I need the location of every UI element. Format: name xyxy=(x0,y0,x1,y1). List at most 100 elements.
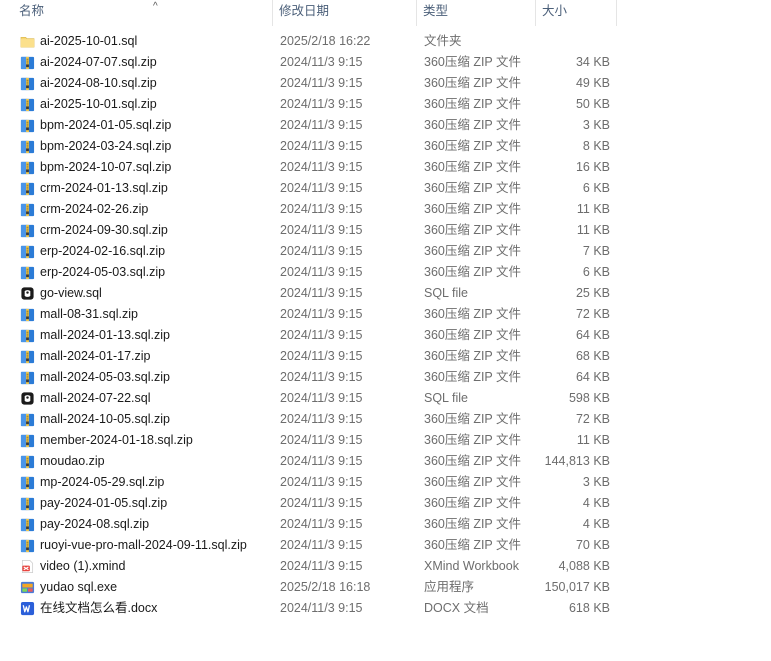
file-size: 618 KB xyxy=(568,601,610,615)
file-name: yudao sql.exe xyxy=(40,580,118,594)
column-header-date-label: 修改日期 xyxy=(279,4,330,18)
file-row[interactable]: crm-2024-02-26.zip 2024/11/3 9:15 360压缩 ZI… xyxy=(0,199,771,220)
file-row[interactable]: ai-2024-07-07.sql.zip 2024/11/3 9:15 360压缩… xyxy=(0,52,771,73)
file-modified-date: 2024/11/3 9:15 xyxy=(280,412,363,426)
column-header-name-label: 名称 xyxy=(19,4,45,18)
file-size: 25 KB xyxy=(575,286,610,300)
zip-archive-icon xyxy=(20,475,35,490)
file-row[interactable]: mp-2024-05-29.sql.zip 2024/11/3 9:15 360压缩… xyxy=(0,472,771,493)
file-name: video (1).xmind xyxy=(40,559,126,573)
file-type: 360压缩 ZIP 文件 xyxy=(424,223,522,237)
file-size: 11 KB xyxy=(576,202,610,216)
column-header-type[interactable]: 类型 xyxy=(417,0,536,26)
file-size: 3 KB xyxy=(582,475,610,489)
file-size: 68 KB xyxy=(575,349,610,363)
file-row[interactable]: ruoyi-vue-pro-mall-2024-09-11.sql.zip 202… xyxy=(0,535,771,556)
zip-archive-icon xyxy=(20,454,35,469)
file-name: crm-2024-02-26.zip xyxy=(40,202,149,216)
file-name: mall-2024-10-05.sql.zip xyxy=(40,412,170,426)
zip-archive-icon xyxy=(20,223,35,238)
column-header-name[interactable]: 名称 ^ xyxy=(13,0,273,26)
file-row[interactable]: ai-2024-08-10.sql.zip 2024/11/3 9:15 360压缩… xyxy=(0,73,771,94)
sql-file-icon xyxy=(20,286,35,301)
zip-archive-icon xyxy=(20,538,35,553)
file-modified-date: 2024/11/3 9:15 xyxy=(280,97,363,111)
file-row[interactable]: mall-2024-01-17.zip 2024/11/3 9:15 360压缩 Z… xyxy=(0,346,771,367)
column-header-date[interactable]: 修改日期 xyxy=(273,0,417,26)
file-explorer-list: 名称 ^ 修改日期 类型 大小 ai-2025-10-01.sql 2025/2/… xyxy=(0,0,771,661)
file-modified-date: 2024/11/3 9:15 xyxy=(280,496,363,510)
file-modified-date: 2024/11/3 9:15 xyxy=(280,265,363,279)
file-row[interactable]: go-view.sql 2024/11/3 9:15 SQL file 25 KB xyxy=(0,283,771,304)
file-size: 598 KB xyxy=(568,391,610,405)
file-name: 在线文档怎么看.docx xyxy=(40,601,158,615)
file-row[interactable]: bpm-2024-10-07.sql.zip 2024/11/3 9:15 360压… xyxy=(0,157,771,178)
file-row[interactable]: mall-2024-07-22.sql 2024/11/3 9:15 SQL fil… xyxy=(0,388,771,409)
file-name: mall-2024-01-17.zip xyxy=(40,349,151,363)
file-type: 360压缩 ZIP 文件 xyxy=(424,160,522,174)
file-modified-date: 2024/11/3 9:15 xyxy=(280,160,363,174)
file-type: SQL file xyxy=(424,391,469,405)
file-size: 70 KB xyxy=(575,538,610,552)
file-size: 11 KB xyxy=(576,433,610,447)
file-name: erp-2024-02-16.sql.zip xyxy=(40,244,166,258)
file-row[interactable]: yudao sql.exe 2025/2/18 16:18 应用程序 150,017 … xyxy=(0,577,771,598)
zip-archive-icon xyxy=(20,370,35,385)
file-row[interactable]: bpm-2024-03-24.sql.zip 2024/11/3 9:15 360压… xyxy=(0,136,771,157)
file-size: 144,813 KB xyxy=(544,454,610,468)
file-row[interactable]: crm-2024-01-13.sql.zip 2024/11/3 9:15 360压… xyxy=(0,178,771,199)
zip-archive-icon xyxy=(20,412,35,427)
file-row[interactable]: erp-2024-02-16.sql.zip 2024/11/3 9:15 360压… xyxy=(0,241,771,262)
file-row[interactable]: mall-08-31.sql.zip 2024/11/3 9:15 360压缩 ZI… xyxy=(0,304,771,325)
file-row[interactable]: moudao.zip 2024/11/3 9:15 360压缩 ZIP 文件 144,… xyxy=(0,451,771,472)
file-modified-date: 2024/11/3 9:15 xyxy=(280,76,363,90)
file-type: 360压缩 ZIP 文件 xyxy=(424,370,522,384)
file-row[interactable]: crm-2024-09-30.sql.zip 2024/11/3 9:15 360压… xyxy=(0,220,771,241)
sql-file-icon xyxy=(20,391,35,406)
file-size: 34 KB xyxy=(575,55,610,69)
file-type: 360压缩 ZIP 文件 xyxy=(424,412,522,426)
file-row[interactable]: pay-2024-08.sql.zip 2024/11/3 9:15 360压缩 Z… xyxy=(0,514,771,535)
file-size: 49 KB xyxy=(575,76,610,90)
file-type: 360压缩 ZIP 文件 xyxy=(424,244,522,258)
file-type: 360压缩 ZIP 文件 xyxy=(424,433,522,447)
file-row[interactable]: pay-2024-01-05.sql.zip 2024/11/3 9:15 360压… xyxy=(0,493,771,514)
file-row[interactable]: erp-2024-05-03.sql.zip 2024/11/3 9:15 360压… xyxy=(0,262,771,283)
file-row[interactable]: mall-2024-01-13.sql.zip 2024/11/3 9:15 360… xyxy=(0,325,771,346)
file-name: ai-2024-07-07.sql.zip xyxy=(40,55,157,69)
file-name: erp-2024-05-03.sql.zip xyxy=(40,265,166,279)
file-modified-date: 2025/2/18 16:22 xyxy=(280,34,371,48)
file-size: 72 KB xyxy=(575,412,610,426)
zip-archive-icon xyxy=(20,433,35,448)
file-modified-date: 2024/11/3 9:15 xyxy=(280,139,363,153)
file-type: 360压缩 ZIP 文件 xyxy=(424,265,522,279)
column-header-size[interactable]: 大小 xyxy=(536,0,617,26)
file-row[interactable]: mall-2024-05-03.sql.zip 2024/11/3 9:15 360… xyxy=(0,367,771,388)
zip-archive-icon xyxy=(20,244,35,259)
file-row[interactable]: video (1).xmind 2024/11/3 9:15 XMind Workb… xyxy=(0,556,771,577)
file-name: bpm-2024-01-05.sql.zip xyxy=(40,118,172,132)
file-name: member-2024-01-18.sql.zip xyxy=(40,433,193,447)
zip-archive-icon xyxy=(20,55,35,70)
file-type: 360压缩 ZIP 文件 xyxy=(424,538,522,552)
zip-archive-icon xyxy=(20,328,35,343)
file-name: crm-2024-01-13.sql.zip xyxy=(40,181,168,195)
file-row[interactable]: bpm-2024-01-05.sql.zip 2024/11/3 9:15 360压… xyxy=(0,115,771,136)
file-name: bpm-2024-10-07.sql.zip xyxy=(40,160,172,174)
file-type: 360压缩 ZIP 文件 xyxy=(424,97,522,111)
file-row[interactable]: 在线文档怎么看.docx 2024/11/3 9:15 DOCX 文档 618 KB xyxy=(0,598,771,619)
file-type: 360压缩 ZIP 文件 xyxy=(424,496,522,510)
file-row[interactable]: mall-2024-10-05.sql.zip 2024/11/3 9:15 360… xyxy=(0,409,771,430)
file-row[interactable]: ai-2025-10-01.sql 2025/2/18 16:22 文件夹 xyxy=(0,31,771,52)
file-type: XMind Workbook xyxy=(424,559,519,573)
file-modified-date: 2024/11/3 9:15 xyxy=(280,55,363,69)
file-name: mall-2024-05-03.sql.zip xyxy=(40,370,170,384)
exe-app-icon xyxy=(20,580,35,595)
file-type: 360压缩 ZIP 文件 xyxy=(424,202,522,216)
file-type: 360压缩 ZIP 文件 xyxy=(424,76,522,90)
file-name: mall-2024-07-22.sql xyxy=(40,391,151,405)
folder-icon xyxy=(20,34,35,49)
word-document-icon xyxy=(20,601,35,616)
file-row[interactable]: ai-2025-10-01.sql.zip 2024/11/3 9:15 360压缩… xyxy=(0,94,771,115)
file-row[interactable]: member-2024-01-18.sql.zip 2024/11/3 9:15 3… xyxy=(0,430,771,451)
